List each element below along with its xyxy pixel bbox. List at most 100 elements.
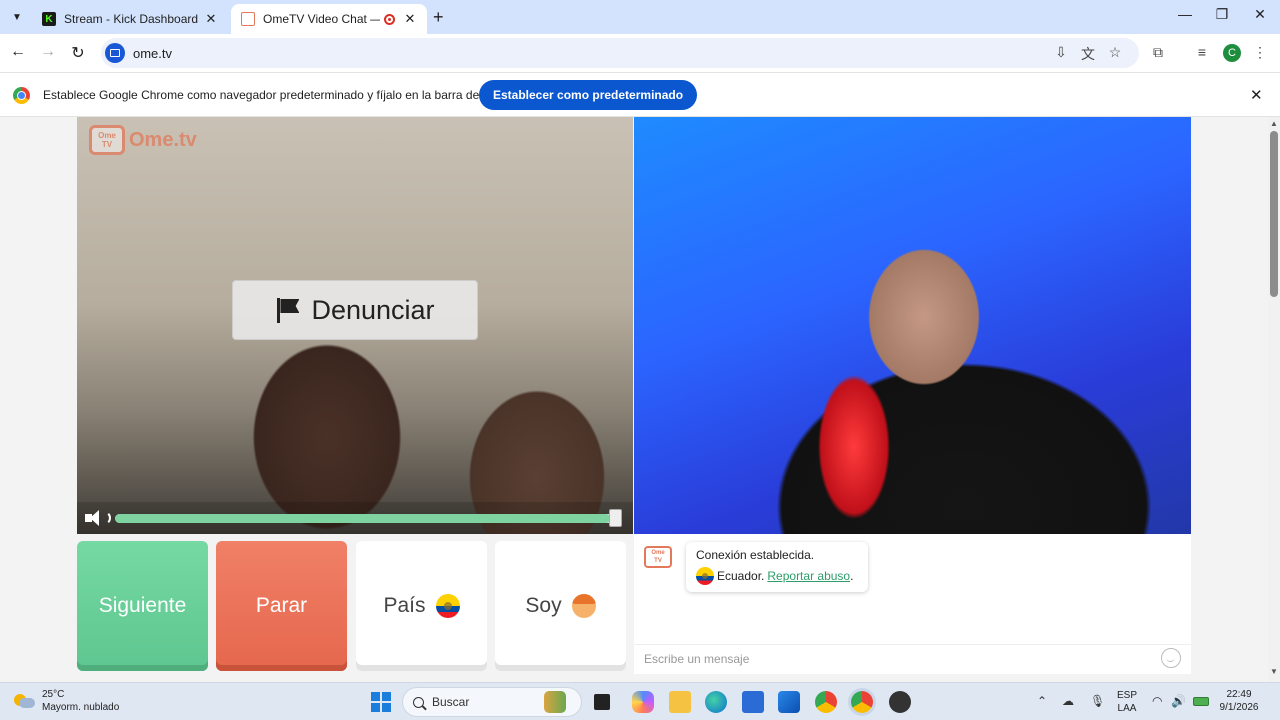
chrome-logo-icon	[13, 87, 30, 104]
chrome-taskbar-icon[interactable]	[815, 691, 837, 713]
tray-overflow-chevron-icon[interactable]: ⌃	[1037, 694, 1047, 708]
scroll-thumb[interactable]	[1270, 131, 1278, 297]
restore-icon[interactable]: ❐	[1212, 6, 1232, 23]
tab-title: OmeTV Video Chat — Ome	[263, 12, 380, 26]
microsoft-store-icon[interactable]	[742, 691, 764, 713]
ecuador-flag-icon	[696, 567, 714, 585]
report-label: Denunciar	[311, 294, 435, 325]
default-browser-infobar: Establece Google Chrome como navegador p…	[0, 72, 1280, 117]
scroll-up-arrow-icon[interactable]: ▲	[1270, 119, 1278, 128]
temperature: 25°C	[42, 689, 65, 700]
back-arrow-icon[interactable]: ←	[8, 43, 28, 61]
ometv-tv-icon: Ome TV	[89, 125, 125, 155]
search-label: Buscar	[432, 695, 470, 709]
volume-bar	[77, 502, 633, 534]
stop-button[interactable]: Parar	[216, 541, 347, 671]
site-camera-icon[interactable]	[105, 43, 125, 63]
time: 22:49	[1226, 689, 1252, 700]
country-label: País	[383, 594, 426, 617]
ometv-favicon-icon	[241, 12, 255, 26]
kick-favicon-icon: K	[42, 12, 56, 26]
volume-fill	[115, 514, 610, 523]
flag-icon	[275, 297, 301, 323]
install-app-icon[interactable]: ⇩	[1052, 44, 1070, 61]
url-text: ome.tv	[133, 45, 173, 61]
weather-condition: Mayorm. nublado	[42, 702, 120, 713]
forward-arrow-icon[interactable]: →	[38, 43, 58, 61]
system-message: Conexión establecida. Ecuador. Reportar …	[686, 542, 868, 592]
next-button[interactable]: Siguiente	[77, 541, 208, 671]
report-abuse-link[interactable]: Reportar abuso	[767, 569, 850, 583]
translate-icon[interactable]: 文	[1079, 44, 1097, 64]
period: .	[850, 569, 854, 583]
minimize-icon[interactable]: —	[1175, 6, 1195, 22]
browser-toolbar: ← → ↻ ome.tv ⇩ 文 ☆ ⧉ ≡ ⋮	[0, 34, 1280, 72]
chat-logo-bottom: TV	[654, 558, 662, 564]
gender-button[interactable]: Soy	[495, 541, 626, 671]
profile-avatar[interactable]: C	[1223, 44, 1241, 62]
volume-tray-icon[interactable]: 🔊	[1171, 694, 1186, 708]
volume-handle[interactable]	[609, 509, 622, 527]
battery-icon[interactable]	[1193, 697, 1209, 706]
scroll-down-arrow-icon[interactable]: ▼	[1270, 667, 1278, 676]
window-close-icon[interactable]: ✕	[1250, 6, 1270, 23]
language-indicator[interactable]: ESP LAA	[1117, 689, 1137, 715]
tab-close-icon[interactable]: ✕	[204, 11, 218, 27]
new-tab-plus-icon[interactable]: +	[433, 7, 444, 28]
windows-taskbar: 25°C Mayorm. nublado Buscar ⌃ ☁ 🎙 ESP LA…	[0, 682, 1280, 720]
lang-top: ESP	[1117, 690, 1138, 701]
extensions-icon[interactable]: ⧉	[1149, 44, 1167, 61]
page-scrollbar[interactable]: ▲ ▼	[1268, 117, 1280, 682]
connection-status: Conexión establecida.	[696, 548, 815, 562]
chat-panel: Ome TV Conexión establecida. Ecuador. Re…	[634, 534, 1191, 674]
task-view-icon[interactable]	[594, 694, 610, 710]
bookmark-star-icon[interactable]: ☆	[1106, 44, 1124, 61]
media-control-icon[interactable]: ≡	[1193, 44, 1211, 60]
next-label: Siguiente	[98, 594, 187, 617]
tab-ometv[interactable]: OmeTV Video Chat — Ome ✕	[231, 4, 427, 34]
recording-indicator-icon	[384, 13, 395, 25]
obs-icon[interactable]	[889, 691, 911, 713]
copilot-icon[interactable]	[632, 691, 654, 713]
tab-kick-dashboard[interactable]: K Stream - Kick Dashboard ✕	[32, 4, 228, 34]
outlook-icon[interactable]	[778, 691, 800, 713]
partly-cloudy-icon	[14, 692, 36, 710]
country-button[interactable]: País	[356, 541, 487, 671]
tab-search-chevron-icon[interactable]: ▼	[6, 6, 28, 28]
logo-badge-bottom: TV	[101, 140, 113, 149]
logo-badge-top: Ome	[98, 131, 116, 140]
windows-start-icon[interactable]	[371, 692, 391, 712]
chrome-active-taskbar-icon[interactable]	[851, 691, 873, 713]
emoji-smile-icon[interactable]	[1161, 648, 1181, 668]
message-input[interactable]: Escribe un mensaje	[634, 644, 1191, 672]
clock[interactable]: 22:49 9/1/2026	[1212, 688, 1266, 714]
tab-title: Stream - Kick Dashboard	[64, 12, 199, 26]
ometv-logo: Ome TV Ome.tv	[89, 125, 197, 155]
reload-icon[interactable]: ↻	[68, 43, 88, 63]
microphone-icon[interactable]: 🎙	[1090, 694, 1105, 708]
file-explorer-icon[interactable]	[669, 691, 691, 713]
tab-close-icon[interactable]: ✕	[403, 11, 417, 27]
address-bar[interactable]: ome.tv	[101, 38, 1139, 68]
wifi-icon[interactable]: ◠	[1152, 694, 1162, 708]
set-default-button[interactable]: Establecer como predeterminado	[479, 80, 698, 110]
tab-strip: ▼ K Stream - Kick Dashboard ✕ OmeTV Vide…	[0, 0, 1280, 34]
infobar-close-icon[interactable]: ✕	[1250, 86, 1263, 104]
weather-widget[interactable]: 25°C Mayorm. nublado	[14, 688, 119, 714]
search-icon	[413, 696, 424, 708]
edge-icon[interactable]	[705, 691, 727, 713]
gender-label: Soy	[525, 594, 562, 617]
chat-logo-top: Ome	[651, 550, 665, 556]
infobar-message: Establece Google Chrome como navegador p…	[43, 88, 516, 102]
self-video	[634, 117, 1191, 534]
boy-emoji-icon	[571, 594, 596, 618]
widgets-landscape-icon[interactable]	[544, 691, 566, 713]
lang-bottom: LAA	[1117, 703, 1137, 714]
partner-country: Ecuador.	[717, 569, 765, 583]
report-button[interactable]: Denunciar	[232, 280, 478, 340]
menu-kebab-icon[interactable]: ⋮	[1251, 44, 1269, 61]
speaker-icon[interactable]	[85, 508, 111, 528]
volume-slider[interactable]	[115, 514, 615, 523]
onedrive-icon[interactable]: ☁	[1062, 694, 1074, 708]
date: 9/1/2026	[1219, 702, 1259, 713]
